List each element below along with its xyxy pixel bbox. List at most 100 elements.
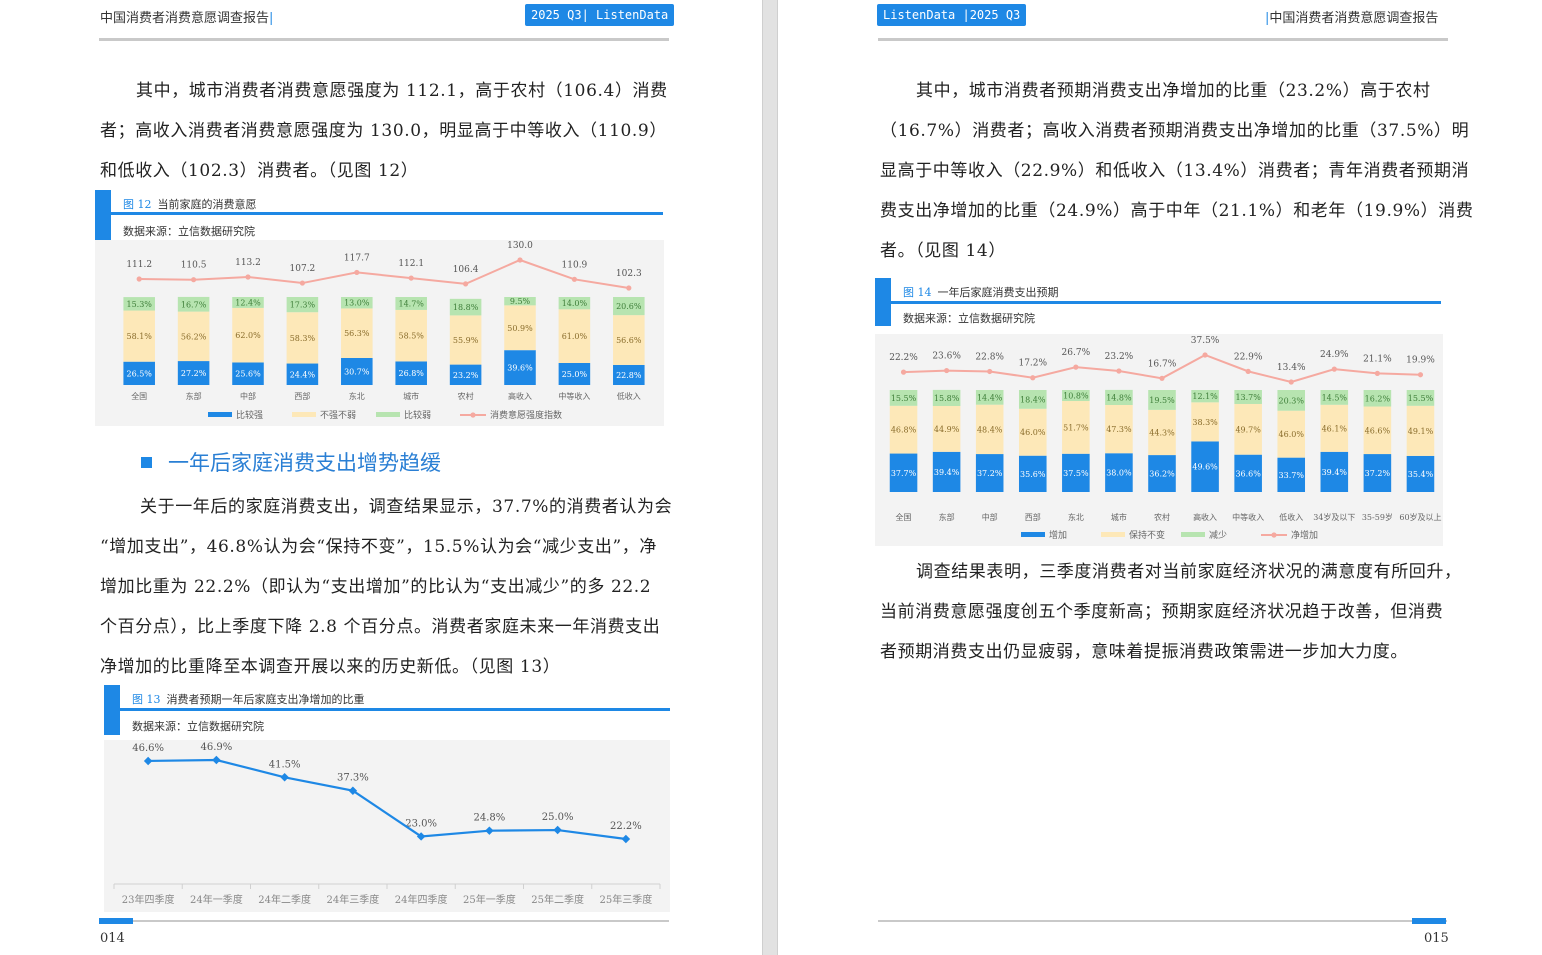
bar-label: 44.9% <box>934 425 960 434</box>
figure-source: 数据来源：立信数据研究院 <box>123 225 255 238</box>
line-point <box>463 281 469 287</box>
line-point <box>299 280 305 286</box>
bar-label: 58.5% <box>398 332 424 341</box>
section-heading: 一年后家庭消费支出增势趋缓 <box>141 447 441 477</box>
figure-14-chart: 37.7% 46.8% 15.5% 全国 22.2% 39.4% 44.9% 15.8% 东部 2… <box>875 334 1443 546</box>
line-point-label: 21.1% <box>1363 354 1392 364</box>
bar-label: 13.0% <box>344 299 370 308</box>
bar-label: 44.3% <box>1149 428 1175 437</box>
line-point-label: 19.9% <box>1406 356 1435 366</box>
text-line: 者预期消费支出仍显疲弱，意味着提振消费政策需进一步加大力度。 <box>880 642 1408 662</box>
line-point-label: 22.2% <box>889 353 918 363</box>
line-point-label: 37.5% <box>1191 336 1220 346</box>
line-point-label: 22.9% <box>1234 352 1263 362</box>
bar-label: 15.5% <box>891 394 917 403</box>
text-line: 个百分点），比上季度下降 2.8 个百分点。消费者家庭未来一年消费支出 <box>100 617 661 637</box>
header-title: |中国消费者消费意愿调查报告 <box>1265 11 1439 26</box>
text-line: 其中，城市消费者预期消费支出净增加的比重（23.2%）高于农村 <box>916 81 1431 101</box>
line-point <box>900 369 907 375</box>
bar-label: 12.1% <box>1192 392 1218 401</box>
paragraph: 其中，城市消费者预期消费支出净增加的比重（23.2%）高于农村 （16.7%）消… <box>880 71 1474 271</box>
line-point-label: 16.7% <box>1148 359 1177 369</box>
line-point-label: 106.4 <box>453 265 479 275</box>
footer-accent <box>99 918 133 924</box>
bar-label: 36.6% <box>1235 469 1261 478</box>
category-label: 高收入 <box>508 391 532 401</box>
figure-13-header: 图 13 消费者预期一年后家庭支出净增加的比重 数据来源：立信数据研究院 <box>104 685 670 735</box>
line-point-label: 22.8% <box>975 352 1004 362</box>
bar-label: 13.7% <box>1235 393 1261 402</box>
line-point-label: 112.1 <box>398 259 424 269</box>
chart-fig12: 26.5% 58.1% 15.3% 全国 111.2 27.2% 56.2% 16.7% 东部 1… <box>123 241 645 421</box>
bar-label: 26.8% <box>398 369 424 378</box>
data-label: 46.6% <box>132 743 164 754</box>
line-point-label: 24.9% <box>1320 350 1349 360</box>
category-label: 25年一季度 <box>463 893 516 906</box>
footer-divider <box>99 920 669 922</box>
legend-label: 不强不弱 <box>320 410 356 421</box>
bar-label: 39.4% <box>1322 468 1348 477</box>
bar-label: 46.6% <box>1365 426 1391 435</box>
header-title: 中国消费者消费意愿调查报告| <box>100 11 274 26</box>
figure-accent-bar <box>95 190 111 240</box>
series-line <box>148 758 627 841</box>
paragraph: 关于一年后的家庭消费支出，调查结果显示，37.7%的消费者认为会 “增加支出”，… <box>100 487 672 687</box>
bar-label: 37.2% <box>977 469 1003 478</box>
bar-label: 23.2% <box>453 371 479 380</box>
line-point-label: 26.7% <box>1062 348 1091 358</box>
text-line: 显高于中等收入（22.9%）和低收入（13.4%）消费者；青年消费者预期消 <box>880 161 1470 181</box>
bar-label: 14.0% <box>562 299 588 308</box>
category-label: 东部 <box>186 391 202 401</box>
text-line: 费支出净增加的比重（24.9%）高于中年（21.1%）和老年（19.9%）消费 <box>880 201 1474 221</box>
bar-label: 20.3% <box>1279 396 1305 405</box>
category-label: 24年三季度 <box>327 893 380 906</box>
chart-fig14: 37.7% 46.8% 15.5% 全国 22.2% 39.4% 44.9% 15.8% 东部 2… <box>889 336 1441 541</box>
legend-swatch <box>1271 532 1277 538</box>
page-right: ListenData |2025 Q3 |中国消费者消费意愿调查报告 其中，城市… <box>778 0 1542 955</box>
line-point <box>136 276 142 282</box>
line-point-label: 117.7 <box>344 253 370 263</box>
line-point <box>1245 368 1251 374</box>
header-badge: ListenData |2025 Q3 <box>877 4 1027 26</box>
bar-label: 39.4% <box>934 468 960 477</box>
bar-label: 18.8% <box>453 303 479 312</box>
bar-label: 17.3% <box>290 301 316 310</box>
line-point-label: 111.2 <box>126 260 152 270</box>
figure-source: 数据来源：立信数据研究院 <box>132 720 264 733</box>
bar-label: 15.5% <box>1408 394 1434 403</box>
legend-swatch <box>1021 532 1045 537</box>
data-point <box>143 756 153 766</box>
data-label: 22.2% <box>610 821 642 832</box>
category-label: 低收入 <box>1279 512 1303 522</box>
line-point <box>1159 375 1165 381</box>
line-point <box>408 275 414 281</box>
bar-label: 9.5% <box>510 297 531 306</box>
bar-label: 37.5% <box>1063 469 1089 478</box>
category-label: 农村 <box>458 391 474 401</box>
figure-accent-bar <box>875 278 891 326</box>
bar-label: 58.3% <box>290 334 316 343</box>
bar-label: 16.7% <box>181 300 207 309</box>
text-line: （16.7%）消费者；高收入消费者预期消费支出净增加的比重（37.5%）明 <box>880 121 1470 141</box>
bar-label: 26.5% <box>126 369 152 378</box>
category-label: 东北 <box>349 391 365 401</box>
line-point <box>191 277 197 283</box>
bar-label: 35.4% <box>1408 470 1434 479</box>
bar-label: 38.3% <box>1192 418 1218 427</box>
line-point-label: 102.3 <box>616 269 642 279</box>
figure-14-header: 图 14 一年后家庭消费支出预期 数据来源：立信数据研究院 <box>875 278 1443 326</box>
page-number: 015 <box>1424 931 1449 946</box>
line-point <box>1417 372 1424 378</box>
category-label: 中等收入 <box>1232 512 1264 522</box>
bar-label: 61.0% <box>562 332 588 341</box>
figure-accent-bar <box>104 685 120 735</box>
bar-label: 62.0% <box>235 331 261 340</box>
legend-label: 保持不变 <box>1129 529 1165 541</box>
line-point <box>944 367 950 374</box>
line-point <box>245 274 251 280</box>
bar-label: 27.2% <box>181 369 207 378</box>
legend-label: 减少 <box>1209 529 1227 541</box>
line-point <box>1288 379 1294 385</box>
bar-label: 46.8% <box>891 426 917 435</box>
line-point-label: 110.5 <box>181 261 207 271</box>
